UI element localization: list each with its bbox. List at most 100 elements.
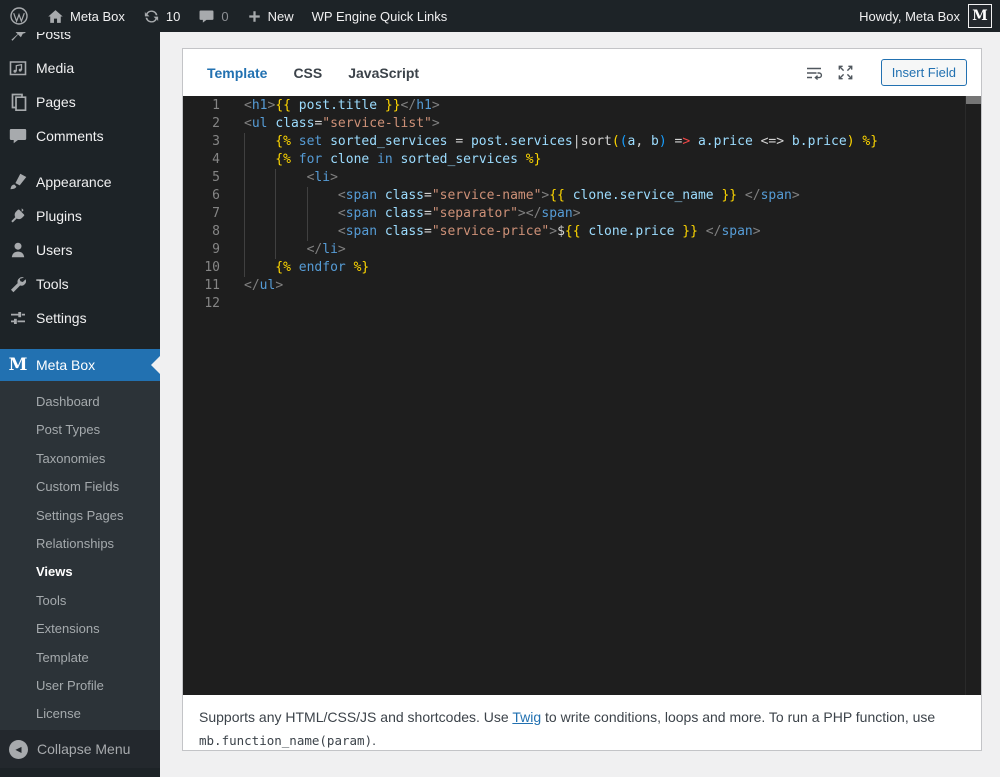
code-line-content: </ul> [244,277,283,295]
fullscreen-icon[interactable] [836,63,855,82]
submenu-item-relationships[interactable]: Relationships [0,530,160,558]
submenu-item-post-types[interactable]: Post Types [0,416,160,444]
sidebar-item-meta-box[interactable]: MMeta Box [0,349,160,381]
code-line[interactable]: 2<ul class="service-list"> [183,115,981,133]
indent-guide [307,223,338,241]
wordpress-logo-icon[interactable] [0,0,38,32]
sidebar-item-posts[interactable]: Posts [0,32,160,51]
sidebar-item-users[interactable]: Users [0,233,160,267]
code-line[interactable]: 1<h1>{{ post.title }}</h1> [183,97,981,115]
code-line[interactable]: 6 <span class="service-name">{{ clone.se… [183,187,981,205]
comment-count: 0 [221,9,228,24]
submenu-item-taxonomies[interactable]: Taxonomies [0,445,160,473]
update-count: 10 [166,9,180,24]
new-menu[interactable]: New [238,0,303,32]
sliders-icon [0,308,36,328]
sidebar-item-media[interactable]: Media [0,51,160,85]
insert-field-button[interactable]: Insert Field [881,59,967,86]
line-number: 1 [183,97,244,115]
code-line[interactable]: 4 {% for clone in sorted_services %} [183,151,981,169]
code-line[interactable]: 10 {% endfor %} [183,259,981,277]
collapse-menu-button[interactable]: ◀ Collapse Menu [0,730,160,768]
line-number: 4 [183,151,244,169]
wp-engine-quick-links-menu[interactable]: WP Engine Quick Links [303,0,457,32]
code-line[interactable]: 7 <span class="separator"></span> [183,205,981,223]
sidebar-item-settings[interactable]: Settings [0,301,160,335]
code-editor[interactable]: 1<h1>{{ post.title }}</h1>2<ul class="se… [183,96,981,695]
submenu-item-user-profile[interactable]: User Profile [0,672,160,700]
line-number: 11 [183,277,244,295]
sidebar-item-plugins[interactable]: Plugins [0,199,160,233]
pushpin-icon [0,32,36,44]
sidebar-item-comments[interactable]: Comments [0,119,160,153]
sidebar-item-pages[interactable]: Pages [0,85,160,119]
code-line[interactable]: 8 <span class="service-price">${{ clone.… [183,223,981,241]
code-line-content: <li> [244,169,338,187]
editor-scrollbar-thumb[interactable] [966,96,981,104]
plus-icon [247,9,262,24]
submenu-item-extensions[interactable]: Extensions [0,615,160,643]
update-icon [143,8,160,25]
comment-bubble-icon [198,8,215,25]
submenu-item-custom-fields[interactable]: Custom Fields [0,473,160,501]
view-editor-panel: Template CSS JavaScript Insert Field [182,48,982,751]
code-line-content: <span class="separator"></span> [244,205,581,223]
indent-guide [244,241,275,259]
sidebar-item-tools[interactable]: Tools [0,267,160,301]
indent-guide [244,205,275,223]
site-name-label: Meta Box [70,9,125,24]
code-line[interactable]: 11</ul> [183,277,981,295]
submenu-item-license[interactable]: License [0,700,160,728]
line-number: 2 [183,115,244,133]
submenu-item-dashboard[interactable]: Dashboard [0,388,160,416]
code-line-content: {% set sorted_services = post.services|s… [244,133,878,151]
code-line-content: <span class="service-price">${{ clone.pr… [244,223,761,241]
comment-bubble-icon [0,126,36,146]
editor-scrollbar-track [965,96,981,695]
sidebar-item-label: Comments [36,128,104,144]
admin-menu: PostsMediaPages Comments Appearance Plugins… [0,32,160,381]
sidebar-item-appearance[interactable]: Appearance [0,165,160,199]
collapse-menu-label: Collapse Menu [37,741,130,757]
code-line-content: <ul class="service-list"> [244,115,440,133]
submenu-item-template[interactable]: Template [0,644,160,672]
twig-link[interactable]: Twig [512,709,541,725]
submenu-item-settings-pages[interactable]: Settings Pages [0,502,160,530]
code-line[interactable]: 5 <li> [183,169,981,187]
updates-menu[interactable]: 10 [134,0,189,32]
code-line[interactable]: 9 </li> [183,241,981,259]
main-content: Template CSS JavaScript Insert Field [160,32,1000,777]
submenu-item-views[interactable]: Views [0,558,160,586]
wrench-icon [0,274,36,294]
comments-menu[interactable]: 0 [189,0,237,32]
word-wrap-icon[interactable] [804,63,824,83]
code-line[interactable]: 3 {% set sorted_services = post.services… [183,133,981,151]
line-number: 10 [183,259,244,277]
php-function-snippet: mb.function_name(param) [199,733,372,748]
indent-guide [307,187,338,205]
sidebar-item-label: Appearance [36,174,112,190]
code-line-content: </li> [244,241,346,259]
editor-tabs: Template CSS JavaScript [207,65,419,81]
submenu-item-tools[interactable]: Tools [0,587,160,615]
home-icon [47,8,64,25]
line-number: 7 [183,205,244,223]
sidebar-item-label: Meta Box [36,357,95,373]
avatar[interactable]: M [968,4,992,28]
tab-css[interactable]: CSS [293,65,322,81]
line-number: 9 [183,241,244,259]
code-line[interactable]: 12 [183,295,981,313]
admin-bar: Meta Box 10 0 New WP Engine Quick Links … [0,0,1000,32]
pages-icon [0,92,36,112]
howdy-label[interactable]: Howdy, Meta Box [859,9,960,24]
indent-guide [244,169,275,187]
metabox-submenu: DashboardPost TypesTaxonomiesCustom Fiel… [0,381,160,741]
tab-template[interactable]: Template [207,65,267,81]
indent-guide [244,133,275,151]
site-name-menu[interactable]: Meta Box [38,0,134,32]
tab-javascript[interactable]: JavaScript [348,65,419,81]
sidebar-item-label: Plugins [36,208,82,224]
indent-guide [275,241,306,259]
brush-icon [0,172,36,192]
line-number: 6 [183,187,244,205]
